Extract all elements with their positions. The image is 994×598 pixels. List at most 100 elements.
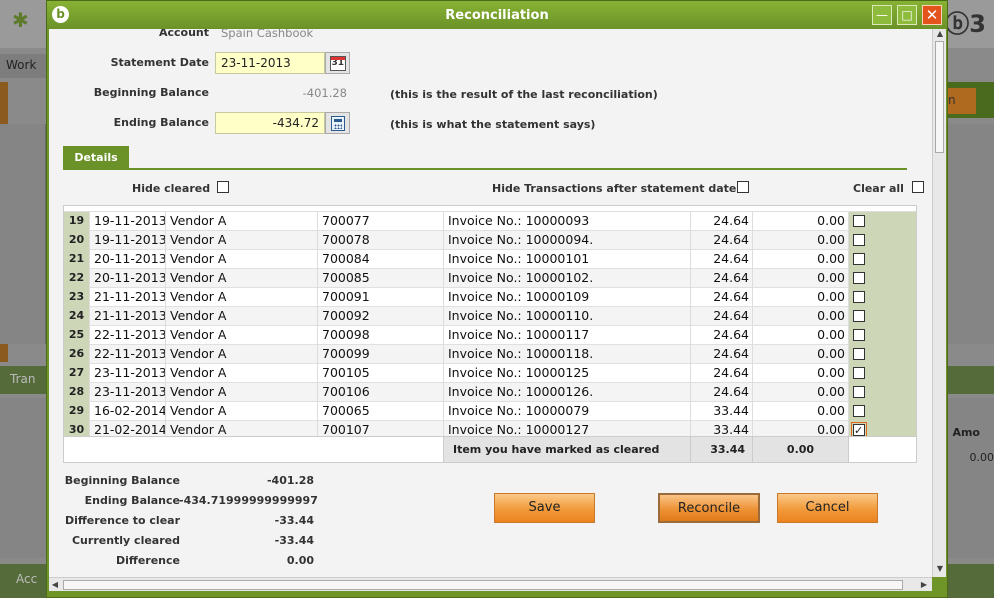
maximize-button[interactable]: □ bbox=[897, 5, 917, 25]
transactions-grid: 19 19-11-2013 Vendor A 700077 Invoice No.: 1… bbox=[63, 205, 917, 463]
scroll-left-icon[interactable]: ◀ bbox=[50, 579, 60, 591]
summary-row: Item you have marked as cleared 33.44 0.… bbox=[64, 436, 916, 462]
vendor-name: Vendor A bbox=[166, 383, 318, 402]
cleared-checkbox[interactable] bbox=[853, 310, 865, 322]
row-number: 25 bbox=[64, 326, 90, 345]
deposit-amount: 0.00 bbox=[753, 383, 849, 402]
cleared-cell bbox=[849, 345, 916, 364]
table-row[interactable]: 28 23-11-2013 Vendor A 700106 Invoice No.: 1… bbox=[64, 383, 916, 402]
row-number: 28 bbox=[64, 383, 90, 402]
table-row[interactable]: 23 21-11-2013 Vendor A 700091 Invoice No.: 1… bbox=[64, 288, 916, 307]
cleared-checkbox[interactable] bbox=[853, 367, 865, 379]
table-row[interactable]: 27 23-11-2013 Vendor A 700105 Invoice No.: 1… bbox=[64, 364, 916, 383]
vendor-name: Vendor A bbox=[166, 212, 318, 231]
summary-amount: 33.44 bbox=[691, 437, 753, 462]
beginning-balance-label: Beginning Balance bbox=[93, 86, 209, 99]
totals-ending-balance-value: -434.71999999999997 bbox=[179, 494, 318, 507]
table-row[interactable]: 22 20-11-2013 Vendor A 700085 Invoice No.: 1… bbox=[64, 269, 916, 288]
table-row[interactable]: 25 22-11-2013 Vendor A 700098 Invoice No.: 1… bbox=[64, 326, 916, 345]
calculator-button[interactable] bbox=[325, 112, 350, 134]
vendor-name: Vendor A bbox=[166, 326, 318, 345]
reference-number: 700105 bbox=[318, 364, 444, 383]
background-cell: 0.00 bbox=[969, 451, 994, 464]
cleared-checkbox[interactable] bbox=[853, 329, 865, 341]
payment-amount: 24.64 bbox=[691, 383, 753, 402]
reference-number: 700085 bbox=[318, 269, 444, 288]
hide-after-date-checkbox[interactable] bbox=[737, 181, 749, 193]
table-row[interactable]: 19 19-11-2013 Vendor A 700077 Invoice No.: 1… bbox=[64, 212, 916, 231]
calendar-button[interactable]: 31 bbox=[325, 52, 350, 74]
summary-label: Item you have marked as cleared bbox=[444, 437, 691, 462]
table-row[interactable]: 24 21-11-2013 Vendor A 700092 Invoice No.: 1… bbox=[64, 307, 916, 326]
minimize-button[interactable]: — bbox=[872, 5, 892, 25]
close-button[interactable]: ✕ bbox=[922, 5, 942, 25]
scroll-right-icon[interactable]: ▶ bbox=[919, 579, 929, 591]
hide-cleared-checkbox[interactable] bbox=[217, 181, 229, 193]
difference-to-clear-label: Difference to clear bbox=[64, 514, 180, 527]
reconcile-button[interactable]: Reconcile bbox=[658, 493, 760, 523]
background-work-tab: Work bbox=[0, 54, 46, 78]
deposit-amount: 0.00 bbox=[753, 307, 849, 326]
table-row[interactable]: 26 22-11-2013 Vendor A 700099 Invoice No.: 1… bbox=[64, 345, 916, 364]
reference-number: 700078 bbox=[318, 231, 444, 250]
cancel-button[interactable]: Cancel bbox=[777, 493, 878, 523]
reference-number: 700084 bbox=[318, 250, 444, 269]
transaction-description: Invoice No.: 10000094. bbox=[444, 231, 691, 250]
tab-details[interactable]: Details bbox=[63, 146, 129, 170]
difference-label: Difference bbox=[116, 554, 180, 567]
statement-date-field[interactable]: 23-11-2013 bbox=[215, 52, 325, 74]
vertical-scroll-thumb[interactable] bbox=[935, 41, 944, 153]
vertical-scrollbar[interactable]: ▲ ▼ bbox=[932, 29, 946, 577]
cleared-cell bbox=[849, 250, 916, 269]
difference-to-clear-value: -33.44 bbox=[274, 514, 314, 527]
background-grid bbox=[0, 124, 46, 344]
deposit-amount: 0.00 bbox=[753, 250, 849, 269]
totals-ending-balance-label: Ending Balance bbox=[84, 494, 180, 507]
cleared-checkbox[interactable] bbox=[853, 386, 865, 398]
cleared-checkbox[interactable] bbox=[853, 234, 865, 246]
background-column-header: Amo bbox=[952, 426, 980, 439]
deposit-amount: 0.00 bbox=[753, 345, 849, 364]
deposit-amount: 0.00 bbox=[753, 326, 849, 345]
cleared-checkbox[interactable] bbox=[853, 215, 865, 227]
reconciliation-dialog: b Reconciliation — □ ✕ Account Spain Cas… bbox=[46, 0, 948, 598]
background-button: n bbox=[946, 88, 976, 114]
ending-balance-field[interactable]: -434.72 bbox=[215, 112, 325, 134]
table-row[interactable]: 21 20-11-2013 Vendor A 700084 Invoice No.: 1… bbox=[64, 250, 916, 269]
transaction-description: Invoice No.: 10000126. bbox=[444, 383, 691, 402]
save-button[interactable]: Save bbox=[494, 493, 595, 523]
beginning-balance-note: (this is the result of the last reconcil… bbox=[390, 88, 658, 101]
horizontal-scroll-thumb[interactable] bbox=[63, 580, 903, 590]
horizontal-scrollbar[interactable]: ◀ ▶ bbox=[49, 577, 932, 591]
cleared-cell bbox=[849, 402, 916, 421]
currently-cleared-value: -33.44 bbox=[274, 534, 314, 547]
reference-number: 700077 bbox=[318, 212, 444, 231]
vendor-name: Vendor A bbox=[166, 288, 318, 307]
transaction-description: Invoice No.: 10000102. bbox=[444, 269, 691, 288]
vendor-name: Vendor A bbox=[166, 364, 318, 383]
table-row[interactable]: 20 19-11-2013 Vendor A 700078 Invoice No.: 1… bbox=[64, 231, 916, 250]
deposit-amount: 0.00 bbox=[753, 212, 849, 231]
account-value: Spain Cashbook bbox=[221, 29, 314, 40]
payment-amount: 24.64 bbox=[691, 345, 753, 364]
cleared-checkbox[interactable] bbox=[853, 291, 865, 303]
transaction-date: 21-11-2013 bbox=[90, 288, 166, 307]
payment-amount: 24.64 bbox=[691, 231, 753, 250]
cleared-checkbox[interactable] bbox=[853, 348, 865, 360]
transaction-date: 23-11-2013 bbox=[90, 364, 166, 383]
cleared-checkbox[interactable] bbox=[851, 422, 867, 440]
scroll-down-icon[interactable]: ▼ bbox=[935, 564, 945, 574]
dialog-titlebar[interactable]: b Reconciliation — □ ✕ bbox=[47, 1, 947, 29]
cleared-checkbox[interactable] bbox=[853, 272, 865, 284]
row-number: 26 bbox=[64, 345, 90, 364]
background-band-bottom-label: Acc bbox=[16, 572, 38, 586]
app-logo: ⓑ3 bbox=[945, 10, 986, 38]
clear-all-checkbox[interactable] bbox=[912, 181, 924, 193]
scroll-up-icon[interactable]: ▲ bbox=[935, 29, 945, 39]
app-star-icon: ✱ bbox=[12, 8, 29, 32]
cleared-checkbox[interactable] bbox=[853, 253, 865, 265]
hide-after-date-label: Hide Transactions after statement date bbox=[492, 182, 737, 195]
table-row[interactable]: 29 16-02-2014 Vendor A 700065 Invoice No.: 1… bbox=[64, 402, 916, 421]
cleared-checkbox[interactable] bbox=[853, 405, 865, 417]
payment-amount: 24.64 bbox=[691, 307, 753, 326]
